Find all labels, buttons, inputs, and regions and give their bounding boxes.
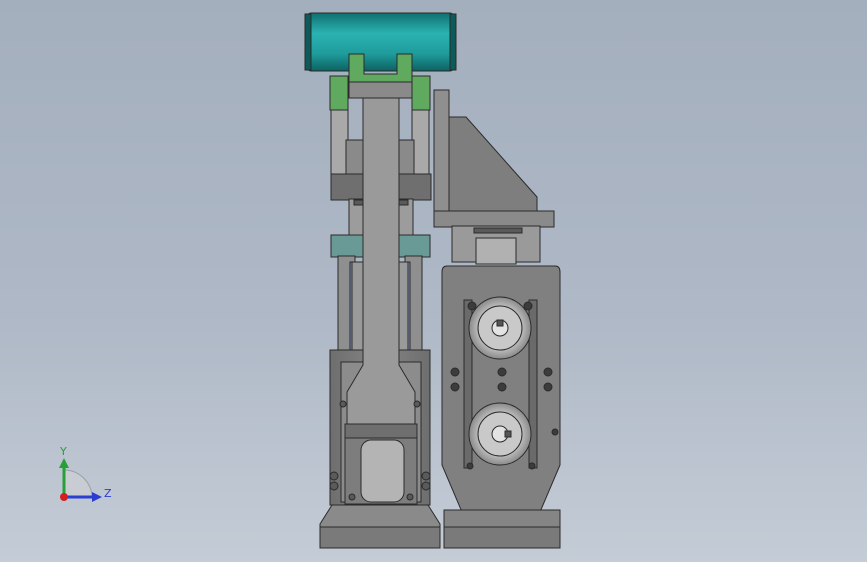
- screw-icon: [329, 481, 339, 491]
- guide-column-right: [411, 109, 430, 177]
- screw-icon: [348, 493, 356, 501]
- green-block-left: [329, 75, 349, 111]
- triad-origin: [60, 493, 68, 501]
- top-mount-plate: [433, 210, 555, 228]
- screw-icon: [406, 493, 414, 501]
- triangular-gusset: [448, 116, 538, 213]
- roller-end-right: [449, 13, 457, 71]
- arm-top-cap: [348, 81, 413, 99]
- screw-icon: [421, 471, 431, 481]
- lower-pulley-key: [504, 430, 512, 438]
- lower-cam-window: [360, 439, 405, 503]
- rail-carriage-label: [473, 227, 523, 234]
- guide-column-left: [330, 109, 349, 177]
- y-axis-label: Y: [59, 445, 67, 458]
- bolt-icon: [543, 382, 553, 392]
- cad-viewport[interactable]: Y Z: [0, 0, 867, 562]
- bolt-icon: [528, 462, 536, 470]
- screw-icon: [329, 471, 339, 481]
- triad-arc: [63, 469, 93, 498]
- coordinate-triad-icon: Y Z: [59, 445, 112, 502]
- green-block-right: [411, 75, 431, 111]
- bolt-icon: [497, 382, 507, 392]
- right-base-plate: [443, 509, 561, 529]
- vertical-post: [433, 89, 450, 215]
- top-roller: [306, 12, 455, 72]
- bolt-icon: [450, 367, 460, 377]
- bolt-icon: [450, 382, 460, 392]
- y-axis-arrow: [59, 458, 69, 468]
- z-axis-label: Z: [104, 487, 112, 500]
- roller-end-left: [304, 13, 312, 71]
- screw-icon: [413, 400, 421, 408]
- bolt-icon: [551, 428, 559, 436]
- left-base-tapered: [319, 504, 441, 531]
- screw-icon: [421, 481, 431, 491]
- right-assembly: [433, 89, 561, 549]
- lower-cam-bar: [344, 423, 418, 439]
- right-base-foot: [443, 526, 561, 549]
- bolt-icon: [466, 462, 474, 470]
- bolt-icon: [497, 367, 507, 377]
- bolt-icon: [467, 301, 477, 311]
- upper-pulley-key: [496, 319, 504, 327]
- bolt-icon: [523, 301, 533, 311]
- left-base-plate: [319, 526, 441, 549]
- z-axis-arrow: [92, 492, 102, 502]
- rail-guide: [475, 237, 517, 265]
- bolt-icon: [543, 367, 553, 377]
- screw-icon: [339, 400, 347, 408]
- left-assembly: [304, 12, 457, 549]
